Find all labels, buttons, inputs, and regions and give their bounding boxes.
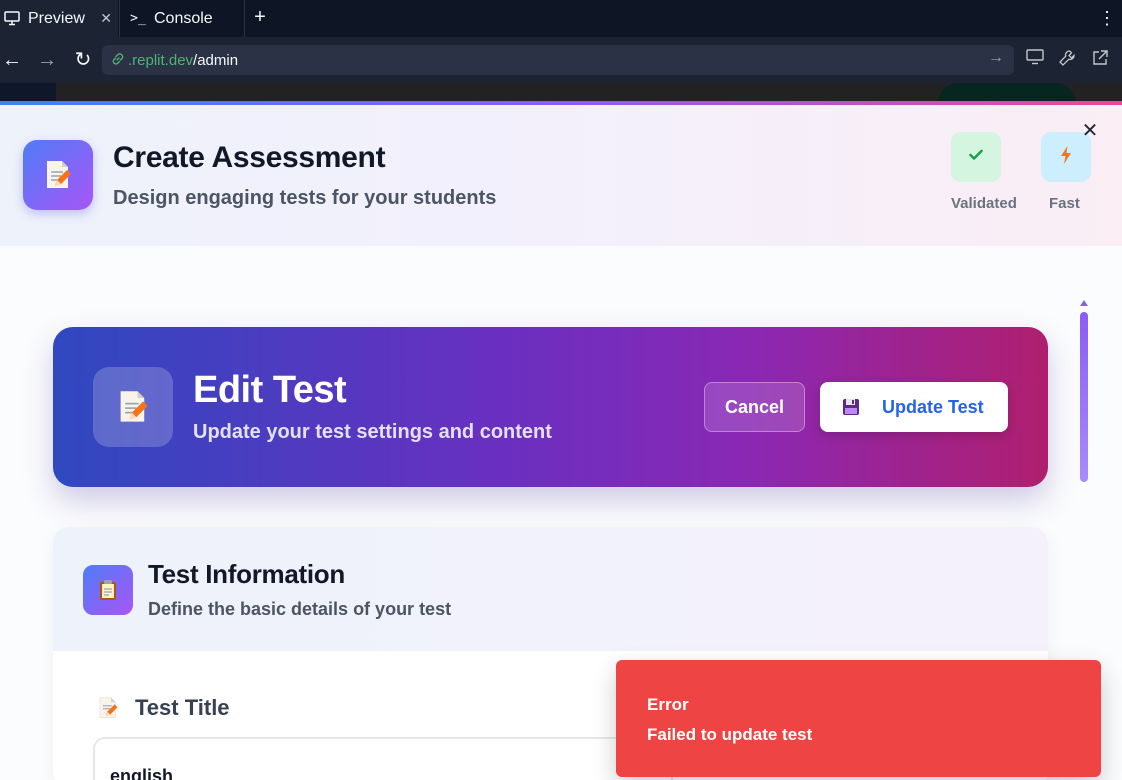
- forward-arrow-icon[interactable]: →: [36, 49, 58, 71]
- modal-subtitle: Design engaging tests for your students: [113, 187, 497, 209]
- lightning-icon: [1060, 145, 1072, 169]
- address-bar: ← → ↻ .replit.dev/admin →: [0, 37, 1122, 83]
- memo-icon: [23, 140, 93, 210]
- test-information-header: Test Information Define the basic detail…: [53, 527, 1048, 651]
- check-icon: [969, 148, 983, 166]
- open-external-icon[interactable]: [1089, 49, 1111, 71]
- scrollbar-thumb[interactable]: [1080, 312, 1088, 482]
- more-options-icon[interactable]: ⋮: [1098, 7, 1116, 29]
- close-modal-icon[interactable]: ✕: [1080, 121, 1100, 141]
- monitor-icon: [2, 11, 22, 26]
- devices-icon[interactable]: [1024, 49, 1046, 71]
- edit-test-title: Edit Test: [193, 369, 347, 411]
- tab-console[interactable]: >_ Console: [119, 0, 245, 37]
- close-tab-icon[interactable]: ✕: [100, 10, 112, 27]
- test-title-input[interactable]: [93, 737, 673, 780]
- test-information-title: Test Information: [148, 559, 345, 589]
- test-title-label-text: Test Title: [135, 695, 230, 720]
- modal-title: Create Assessment: [113, 141, 386, 174]
- update-test-label: Update Test: [882, 396, 984, 417]
- back-arrow-icon[interactable]: ←: [1, 49, 23, 71]
- edit-test-banner: Edit Test Update your test settings and …: [53, 327, 1048, 487]
- url-path: /admin: [193, 51, 239, 69]
- clipboard-icon: [83, 565, 133, 615]
- test-information-subtitle: Define the basic details of your test: [148, 599, 452, 619]
- modal-header: Create Assessment Design engaging tests …: [0, 105, 1122, 246]
- tab-console-label: Console: [154, 9, 213, 27]
- floppy-disk-icon: [842, 398, 860, 416]
- new-tab-button[interactable]: +: [250, 5, 270, 29]
- error-toast[interactable]: Error Failed to update test: [616, 660, 1101, 777]
- cancel-button[interactable]: Cancel: [704, 382, 805, 432]
- scroll-up-arrow-icon[interactable]: [1080, 300, 1088, 306]
- validated-badge: [951, 132, 1001, 182]
- memo-icon: [93, 367, 173, 447]
- update-test-button[interactable]: Update Test: [820, 382, 1008, 432]
- test-title-label: Test Title: [93, 695, 230, 721]
- fast-label: Fast: [1049, 195, 1080, 212]
- memo-icon: [93, 696, 123, 720]
- background-sidebar: [0, 83, 56, 103]
- validated-label: Validated: [951, 195, 1017, 212]
- toast-title: Error: [647, 695, 689, 714]
- edit-test-subtitle: Update your test settings and content: [193, 421, 552, 443]
- browser-tab-bar: Preview ✕ >_ Console + ⋮: [0, 0, 1122, 37]
- terminal-icon: >_: [130, 11, 146, 26]
- wrench-icon[interactable]: [1056, 49, 1078, 71]
- url-field[interactable]: .replit.dev/admin →: [102, 45, 1014, 75]
- background-element: [938, 83, 1076, 103]
- reload-icon[interactable]: ↻: [72, 49, 94, 71]
- link-icon: [108, 52, 128, 69]
- go-arrow-icon[interactable]: →: [988, 49, 1004, 67]
- toast-message: Failed to update test: [647, 725, 813, 744]
- tab-preview[interactable]: Preview ✕: [0, 0, 118, 37]
- tab-preview-label: Preview: [28, 9, 85, 27]
- url-host: .replit.dev: [128, 51, 194, 69]
